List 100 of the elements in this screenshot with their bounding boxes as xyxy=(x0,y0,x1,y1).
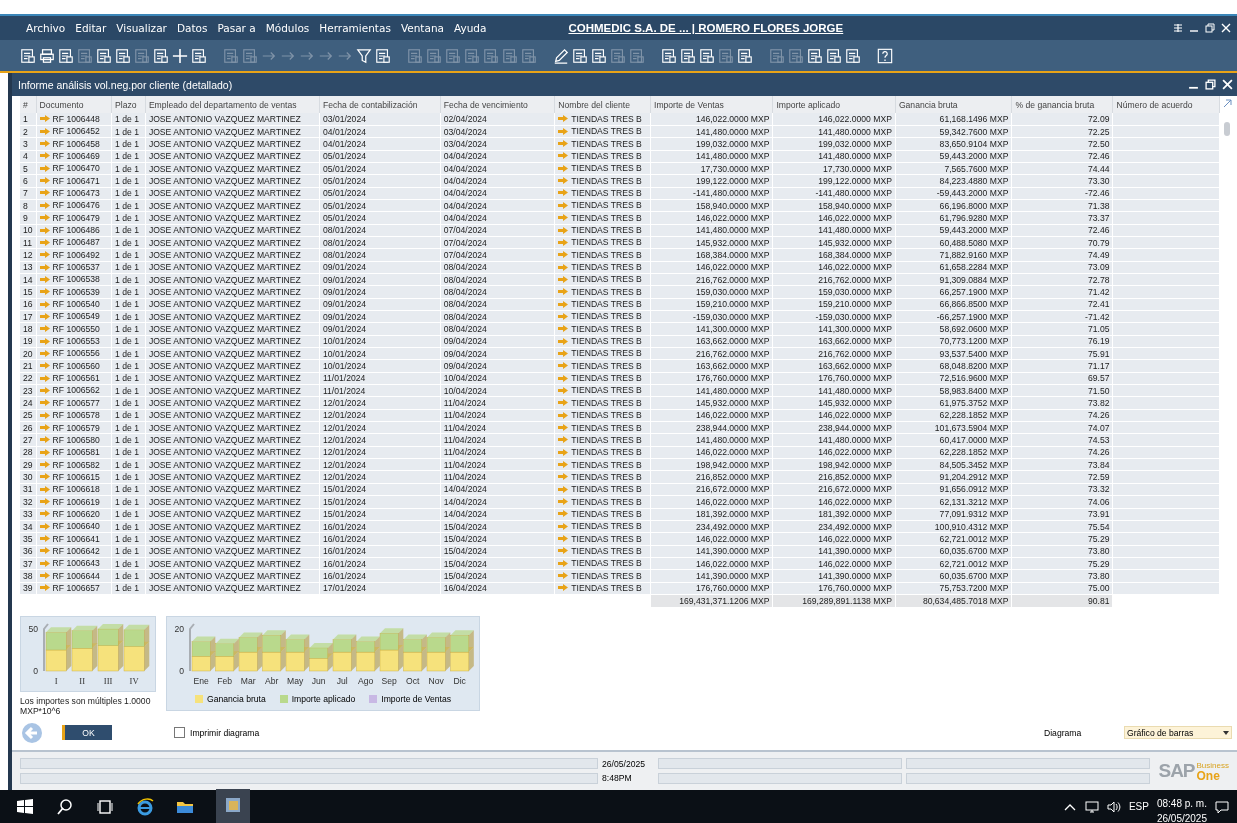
link-arrow-icon[interactable] xyxy=(39,399,50,407)
link-arrow-icon[interactable] xyxy=(558,584,569,592)
restore-icon[interactable] xyxy=(1205,79,1216,90)
menu-item[interactable]: Módulos xyxy=(265,22,310,34)
column-header[interactable]: Nombre del cliente xyxy=(554,96,651,113)
link-arrow-icon[interactable] xyxy=(558,275,569,283)
link-arrow-icon[interactable] xyxy=(39,177,50,185)
menu-item[interactable]: Herramientas xyxy=(319,22,391,34)
link-arrow-icon[interactable] xyxy=(558,374,569,382)
close-icon[interactable] xyxy=(1222,79,1233,90)
document-icon[interactable] xyxy=(680,47,696,64)
link-arrow-icon[interactable] xyxy=(39,201,50,209)
document-icon[interactable] xyxy=(845,47,861,64)
menu-item[interactable]: Archivo xyxy=(26,22,66,34)
link-arrow-icon[interactable] xyxy=(39,362,50,370)
link-arrow-icon[interactable] xyxy=(39,461,50,469)
link-arrow-icon[interactable] xyxy=(558,300,569,308)
link-arrow-icon[interactable] xyxy=(39,535,50,543)
pencil-icon[interactable] xyxy=(553,47,569,64)
network-icon[interactable] xyxy=(1084,799,1099,814)
link-arrow-icon[interactable] xyxy=(39,115,50,123)
browser-icon[interactable] xyxy=(136,797,154,816)
link-arrow-icon[interactable] xyxy=(39,140,50,148)
link-arrow-icon[interactable] xyxy=(39,572,50,580)
link-arrow-icon[interactable] xyxy=(558,177,569,185)
link-arrow-icon[interactable] xyxy=(558,498,569,506)
column-header[interactable]: Número de acuerdo xyxy=(1113,96,1220,113)
move-icon[interactable] xyxy=(172,47,188,64)
link-arrow-icon[interactable] xyxy=(39,547,50,555)
link-arrow-icon[interactable] xyxy=(39,325,50,333)
document-icon[interactable] xyxy=(191,47,207,64)
column-header[interactable]: Fecha de contabilización xyxy=(319,96,441,113)
document-icon[interactable] xyxy=(153,47,169,64)
link-arrow-icon[interactable] xyxy=(39,411,50,419)
link-arrow-icon[interactable] xyxy=(39,436,50,444)
column-header[interactable]: % de ganancia bruta xyxy=(1011,96,1113,113)
link-arrow-icon[interactable] xyxy=(39,349,50,357)
layout-icon[interactable] xyxy=(1173,23,1183,33)
link-arrow-icon[interactable] xyxy=(39,288,50,296)
link-arrow-icon[interactable] xyxy=(558,164,569,172)
link-arrow-icon[interactable] xyxy=(39,226,50,234)
link-arrow-icon[interactable] xyxy=(558,263,569,271)
link-arrow-icon[interactable] xyxy=(39,127,50,135)
link-arrow-icon[interactable] xyxy=(558,473,569,481)
menu-item[interactable]: Ayuda xyxy=(454,22,487,34)
link-arrow-icon[interactable] xyxy=(39,275,50,283)
task-view-icon[interactable] xyxy=(96,797,114,816)
link-arrow-icon[interactable] xyxy=(558,115,569,123)
link-arrow-icon[interactable] xyxy=(558,238,569,246)
link-arrow-icon[interactable] xyxy=(558,547,569,555)
document-icon[interactable] xyxy=(115,47,131,64)
language-indicator[interactable]: ESP xyxy=(1128,801,1149,812)
document-icon[interactable] xyxy=(58,47,74,64)
notification-icon[interactable] xyxy=(1215,799,1229,814)
document-icon[interactable] xyxy=(737,47,753,64)
document-icon[interactable] xyxy=(826,47,842,64)
link-arrow-icon[interactable] xyxy=(39,498,50,506)
link-arrow-icon[interactable] xyxy=(558,572,569,580)
help-icon[interactable] xyxy=(877,47,893,64)
link-arrow-icon[interactable] xyxy=(558,312,569,320)
link-arrow-icon[interactable] xyxy=(39,164,50,172)
link-arrow-icon[interactable] xyxy=(39,510,50,518)
column-header[interactable]: Empleado del departamento de ventas xyxy=(145,96,320,113)
chart-type-dropdown[interactable]: Gráfico de barras xyxy=(1124,726,1232,740)
document-icon[interactable] xyxy=(661,47,677,64)
printer-icon[interactable] xyxy=(39,47,55,64)
link-arrow-icon[interactable] xyxy=(39,374,50,382)
link-arrow-icon[interactable] xyxy=(39,485,50,493)
checkbox-label[interactable]: Imprimir diagrama xyxy=(190,727,260,738)
link-arrow-icon[interactable] xyxy=(558,337,569,345)
menu-item[interactable]: Pasar a xyxy=(217,22,256,34)
link-arrow-icon[interactable] xyxy=(39,473,50,481)
link-arrow-icon[interactable] xyxy=(558,485,569,493)
link-arrow-icon[interactable] xyxy=(39,300,50,308)
link-arrow-icon[interactable] xyxy=(39,387,50,394)
link-arrow-icon[interactable] xyxy=(558,362,569,370)
expand-icon[interactable] xyxy=(1222,99,1232,108)
funnel-icon[interactable] xyxy=(356,47,372,64)
link-arrow-icon[interactable] xyxy=(558,152,569,160)
link-arrow-icon[interactable] xyxy=(558,349,569,357)
document-icon[interactable] xyxy=(20,47,36,64)
link-arrow-icon[interactable] xyxy=(39,559,50,567)
link-arrow-icon[interactable] xyxy=(558,288,569,296)
link-arrow-icon[interactable] xyxy=(39,152,50,160)
link-arrow-icon[interactable] xyxy=(39,251,50,259)
windows-start-icon[interactable] xyxy=(16,797,34,816)
column-header[interactable]: # xyxy=(20,96,37,113)
link-arrow-icon[interactable] xyxy=(39,424,50,431)
document-icon[interactable] xyxy=(591,47,607,64)
ok-button[interactable]: OK xyxy=(62,725,112,741)
link-arrow-icon[interactable] xyxy=(558,325,569,333)
column-header[interactable]: Importe aplicado xyxy=(772,96,896,113)
link-arrow-icon[interactable] xyxy=(558,424,569,431)
link-arrow-icon[interactable] xyxy=(558,522,569,530)
app-icon[interactable] xyxy=(224,795,242,814)
column-header[interactable]: Fecha de vencimiento xyxy=(440,96,555,113)
link-arrow-icon[interactable] xyxy=(39,238,50,246)
clock-date[interactable]: 26/05/2025 xyxy=(1156,810,1207,823)
document-icon[interactable] xyxy=(375,47,391,64)
column-header[interactable]: Ganancia bruta xyxy=(895,96,1012,113)
